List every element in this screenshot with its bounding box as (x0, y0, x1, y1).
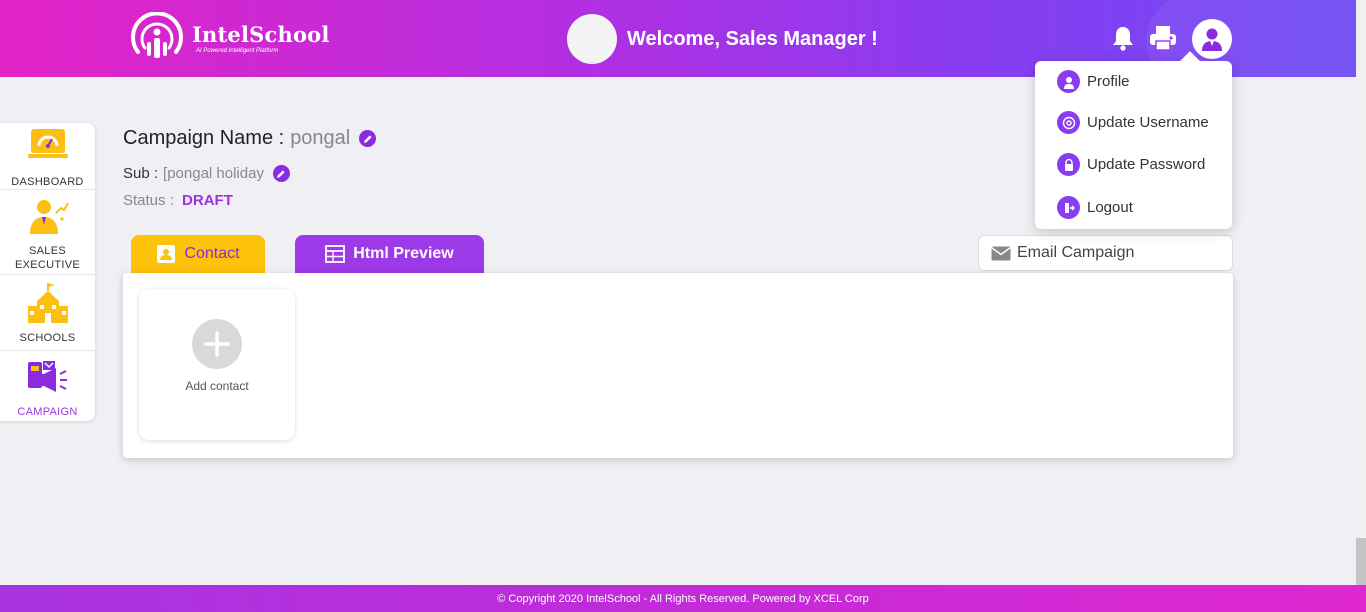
tab-html-preview-label: Html Preview (353, 245, 454, 262)
sidebar-item-dashboard[interactable]: DASHBOARD (0, 123, 95, 190)
pencil-icon (277, 169, 286, 178)
menu-item-label: Profile (1087, 73, 1130, 90)
sidebar-item-sales-executive[interactable]: SALES EXECUTIVE (0, 190, 95, 275)
user-icon (1202, 28, 1222, 51)
logo-tagline: AI Powered Intelligent Platform (196, 48, 279, 54)
sidebar-item-label: CAMPAIGN (17, 406, 78, 418)
campaign-name-value: pongal (290, 127, 351, 149)
logo-name: IntelSchool (192, 22, 330, 47)
contact-panel: Add contact (123, 273, 1233, 458)
sidebar-item-label: DASHBOARD (11, 176, 84, 188)
lock-icon (1057, 153, 1080, 176)
scrollbar-thumb[interactable] (1356, 538, 1366, 585)
email-campaign-label: Email Campaign (1017, 244, 1135, 261)
menu-item-label: Logout (1087, 199, 1133, 216)
campaign-subject-value: [pongal holiday (163, 165, 264, 182)
sidebar: DASHBOARD SALES EXECUTIVE SCHOOLS CAMPAI… (0, 123, 95, 421)
campaign-name: Campaign Name : pongal (123, 127, 377, 150)
tab-contact-label: Contact (184, 245, 240, 262)
menu-item-label: Update Password (1087, 156, 1206, 173)
logout-icon (1057, 196, 1080, 219)
add-contact-button[interactable] (192, 319, 242, 369)
edit-subject-button[interactable] (272, 165, 290, 182)
sales-executive-icon (26, 197, 70, 240)
logo-icon (128, 11, 186, 64)
sidebar-item-label: SALES EXECUTIVE (14, 245, 81, 271)
scrollbar-track[interactable] (1356, 0, 1366, 585)
status-badge: DRAFT (182, 192, 233, 209)
welcome-block: Welcome, Sales Manager ! (567, 14, 878, 64)
logo[interactable]: IntelSchool AI Powered Intelligent Platf… (128, 11, 330, 64)
tab-html-preview[interactable]: Html Preview (295, 235, 484, 273)
campaign-subject-label: Sub : (123, 165, 159, 182)
sidebar-item-campaign[interactable]: CAMPAIGN (0, 351, 95, 421)
plus-icon (204, 331, 230, 357)
add-contact-card[interactable]: Add contact (139, 289, 295, 440)
table-icon (325, 245, 346, 263)
contact-card-icon (157, 245, 176, 263)
copyright-text: © Copyright 2020 IntelSchool - All Right… (497, 592, 869, 605)
user-menu-button[interactable] (1192, 19, 1232, 59)
profile-icon (1057, 70, 1080, 93)
menu-item-label: Update Username (1087, 114, 1209, 131)
avatar (567, 14, 617, 64)
campaign-icon (26, 360, 70, 401)
campaign-name-label: Campaign Name : (123, 127, 285, 149)
campaign-subject: Sub : [pongal holiday (123, 165, 290, 182)
pencil-icon (363, 134, 372, 143)
welcome-text: Welcome, Sales Manager ! (627, 27, 878, 50)
footer: © Copyright 2020 IntelSchool - All Right… (0, 585, 1366, 612)
menu-item-logout[interactable]: Logout (1057, 196, 1133, 219)
sidebar-item-schools[interactable]: SCHOOLS (0, 275, 95, 351)
at-icon (1057, 111, 1080, 134)
logo-text: IntelSchool AI Powered Intelligent Platf… (192, 22, 330, 54)
dashboard-icon (27, 128, 69, 167)
user-dropdown-menu: Profile Update Username Update Password … (1035, 61, 1232, 229)
bell-icon[interactable] (1108, 20, 1138, 56)
menu-item-update-password[interactable]: Update Password (1057, 153, 1205, 176)
sidebar-item-label: SCHOOLS (19, 332, 76, 344)
campaign-status: Status : DRAFT (123, 192, 233, 209)
campaign-status-label: Status : (123, 192, 174, 209)
email-campaign-button[interactable]: Email Campaign (978, 235, 1233, 271)
printer-icon[interactable] (1148, 20, 1178, 56)
add-contact-label: Add contact (185, 379, 249, 393)
menu-item-profile[interactable]: Profile (1057, 70, 1130, 93)
tab-contact[interactable]: Contact (131, 235, 265, 273)
edit-name-button[interactable] (359, 130, 377, 147)
menu-item-update-username[interactable]: Update Username (1057, 111, 1209, 134)
envelope-icon (991, 246, 1011, 260)
school-icon (27, 281, 69, 330)
